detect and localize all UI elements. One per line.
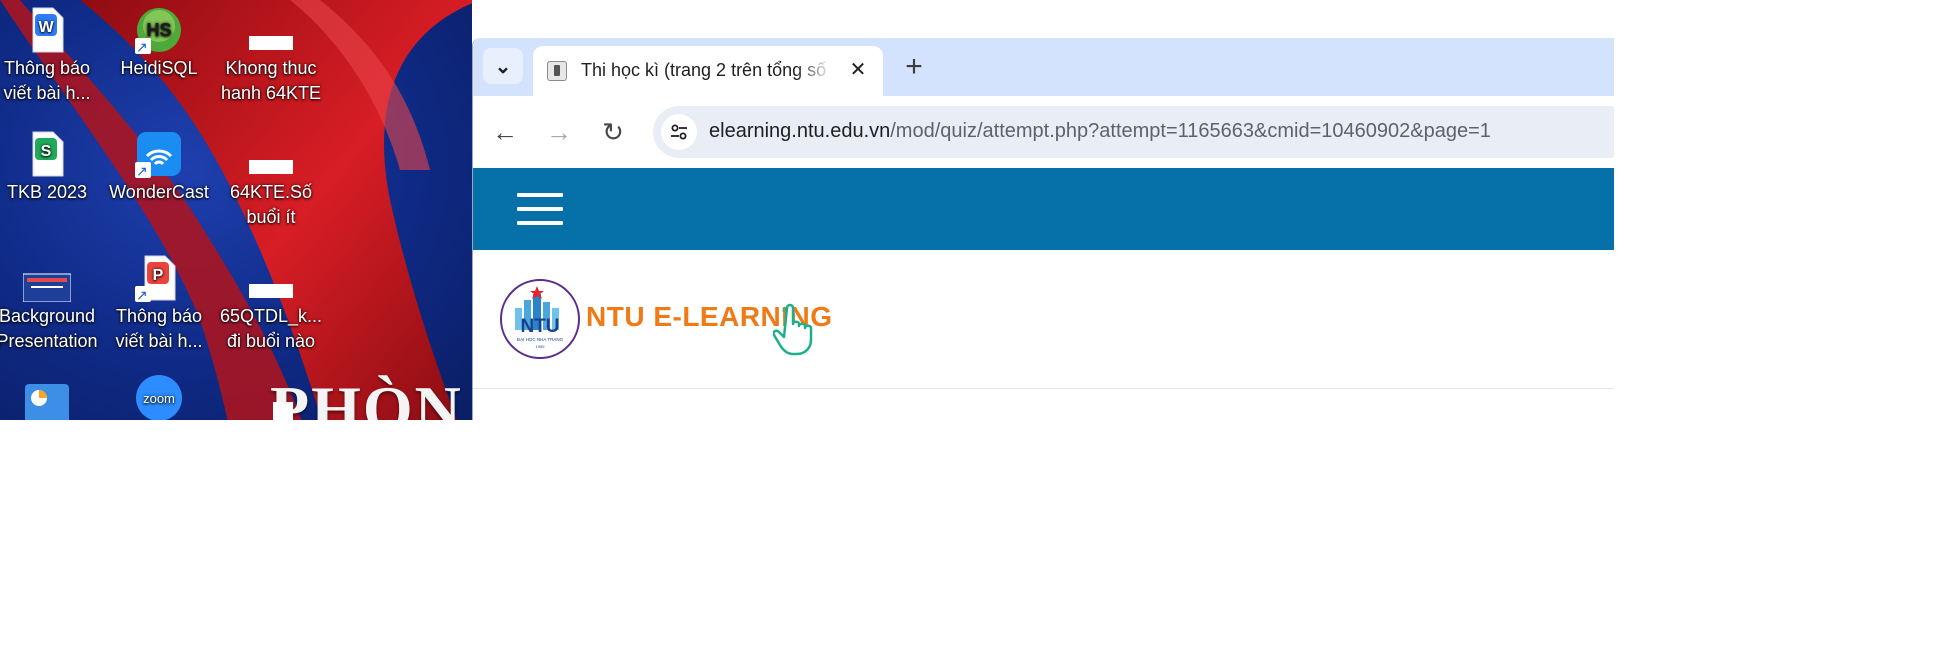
desktop-icon-label: WonderCast bbox=[109, 182, 209, 202]
blank-file-icon bbox=[247, 382, 295, 420]
url-path: /mod/quiz/attempt.php?attempt=1165663&cm… bbox=[890, 120, 1491, 142]
desktop-icon-tkb-2023[interactable]: S TKB 2023 bbox=[0, 130, 102, 205]
browser-toolbar: ← → ↻ elearning.ntu.edu.vn/mod/quiz/atte… bbox=[473, 96, 1614, 168]
wps-spreadsheet-icon: S bbox=[23, 130, 71, 178]
close-icon[interactable]: ✕ bbox=[845, 56, 871, 82]
desktop-icon-partial-zoom[interactable]: zoom bbox=[104, 374, 214, 420]
wondercast-icon bbox=[135, 130, 183, 184]
site-navbar bbox=[473, 168, 1614, 250]
blank-file-icon bbox=[247, 6, 295, 54]
desktop-icon-label: Khong thuc hanh 64KTE bbox=[220, 58, 322, 103]
ntu-logo[interactable]: NTU ĐẠI HỌC NHA TRANG 1959 bbox=[499, 278, 581, 360]
chevron-down-icon: ⌄ bbox=[494, 55, 512, 78]
desktop-icon-65qtdl[interactable]: 65QTDL_k... đi buổi nào bbox=[216, 254, 326, 354]
desktop-icon-thong-bao-pdf[interactable]: P Thông báo viết bài h... bbox=[104, 254, 214, 354]
desktop-icon-heidisql[interactable]: HS HeidiSQL bbox=[104, 6, 214, 81]
back-button[interactable]: ← bbox=[485, 112, 525, 152]
svg-text:HS: HS bbox=[146, 20, 171, 40]
presentation-thumbnail-icon bbox=[22, 254, 72, 303]
site-header: NTU ĐẠI HỌC NHA TRANG 1959 NTU E-LEARNIN… bbox=[473, 250, 1614, 389]
svg-text:S: S bbox=[41, 143, 52, 160]
url-text[interactable]: elearning.ntu.edu.vn/mod/quiz/attempt.ph… bbox=[709, 120, 1491, 143]
desktop-icon-background-presentation[interactable]: Background Presentation bbox=[0, 254, 102, 354]
reload-icon: ↻ bbox=[602, 116, 624, 147]
pointing-hand-icon bbox=[773, 303, 813, 356]
desktop-icon-label: Thông báo viết bài h... bbox=[115, 306, 203, 351]
blank-file-icon bbox=[247, 254, 295, 302]
desktop-icon-label: Thông báo viết bài h... bbox=[3, 58, 91, 103]
svg-text:W: W bbox=[38, 19, 54, 36]
url-host: elearning.ntu.edu.vn bbox=[709, 120, 891, 142]
chart-app-icon bbox=[23, 382, 71, 420]
logo-caption: ĐẠI HỌC NHA TRANG bbox=[517, 337, 564, 342]
favicon-icon bbox=[547, 61, 567, 81]
desktop: PHÒN W Thông báo viết bài h... HS HeidiS… bbox=[0, 0, 472, 420]
desktop-icon-64kte[interactable]: 64KTE.Số buổi ít bbox=[216, 130, 326, 230]
desktop-icon-label: 64KTE.Số buổi ít bbox=[229, 182, 313, 227]
wps-pdf-icon: P bbox=[135, 254, 183, 308]
desktop-icon-thong-bao-writer[interactable]: W Thông báo viết bài h... bbox=[0, 6, 102, 106]
arrow-left-icon: ← bbox=[492, 116, 518, 147]
shortcut-arrow-icon bbox=[135, 283, 151, 308]
wps-writer-doc-icon: W bbox=[23, 6, 71, 54]
desktop-icon-partial-chart[interactable] bbox=[0, 382, 102, 420]
shortcut-arrow-icon bbox=[135, 159, 151, 184]
logo-year: 1959 bbox=[536, 344, 546, 349]
svg-text:P: P bbox=[153, 267, 164, 284]
tab-search-button[interactable]: ⌄ bbox=[483, 48, 523, 84]
forward-button[interactable]: → bbox=[539, 112, 579, 152]
arrow-right-icon: → bbox=[546, 116, 572, 147]
tune-icon bbox=[671, 124, 687, 140]
heidisql-icon: HS bbox=[135, 6, 183, 60]
screenshot: PHÒN W Thông báo viết bài h... HS HeidiS… bbox=[0, 0, 1614, 420]
desktop-icon-label: HeidiSQL bbox=[120, 58, 198, 78]
desktop-icon-label: TKB 2023 bbox=[6, 182, 88, 202]
desktop-icon-partial-file[interactable] bbox=[216, 382, 326, 420]
site-info-button[interactable] bbox=[661, 114, 697, 150]
reload-button[interactable]: ↻ bbox=[593, 112, 633, 152]
menu-icon[interactable] bbox=[517, 193, 563, 225]
zoom-logo-text: zoom bbox=[143, 391, 175, 406]
desktop-icon-khong-thuc-hanh[interactable]: Khong thuc hanh 64KTE bbox=[216, 6, 326, 106]
address-bar[interactable]: elearning.ntu.edu.vn/mod/quiz/attempt.ph… bbox=[653, 106, 1614, 158]
new-tab-button[interactable]: + bbox=[897, 50, 931, 84]
desktop-icon-wondercast[interactable]: WonderCast bbox=[104, 130, 214, 205]
zoom-icon: zoom bbox=[135, 374, 183, 420]
tab-active[interactable]: Thi học kì (trang 2 trên tổng số ✕ bbox=[533, 46, 883, 96]
tab-strip: ⌄ Thi học kì (trang 2 trên tổng số ✕ + bbox=[473, 38, 1614, 96]
tab-title: Thi học kì (trang 2 trên tổng số bbox=[581, 60, 827, 80]
browser-window: ⌄ Thi học kì (trang 2 trên tổng số ✕ + ←… bbox=[472, 38, 1614, 420]
logo-text: NTU bbox=[520, 316, 559, 337]
desktop-icon-label: 65QTDL_k... đi buổi nào bbox=[219, 306, 323, 351]
desktop-icon-label: Background Presentation bbox=[0, 306, 98, 351]
blank-file-icon bbox=[247, 130, 295, 178]
shortcut-arrow-icon bbox=[135, 35, 151, 60]
